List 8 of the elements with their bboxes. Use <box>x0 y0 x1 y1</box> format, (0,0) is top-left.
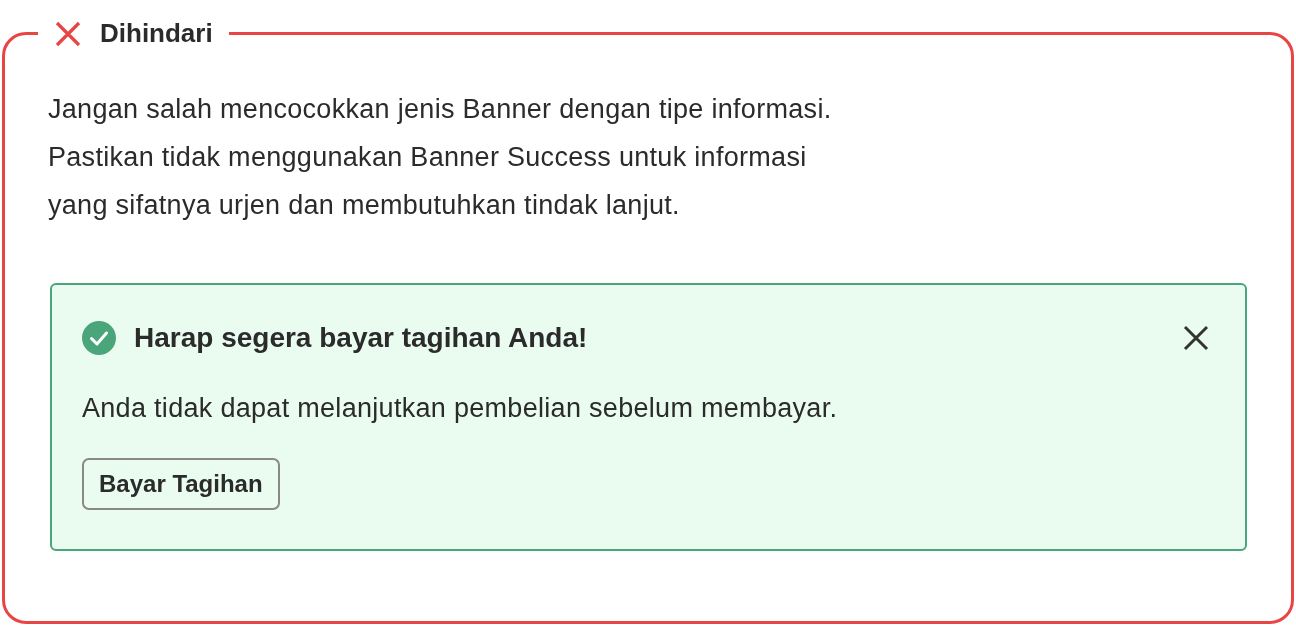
pay-bill-button[interactable]: Bayar Tagihan <box>82 458 280 510</box>
section-title: Dihindari <box>100 18 213 49</box>
banner-title: Harap segera bayar tagihan Anda! <box>134 322 589 354</box>
description-text: Jangan salah mencocokkan jenis Banner dengan tipe informasi. Pastikan tidak menggunakan Banner Success untuk informasi yang sifatnya urjen dan membutuhkan tindak lanjut. <box>48 93 833 222</box>
cross-icon <box>54 19 82 48</box>
close-button[interactable] <box>1183 325 1209 351</box>
check-circle-icon <box>82 321 116 355</box>
banner-message: Anda tidak dapat melanjutkan pembelian sebelum membayar. <box>82 393 839 424</box>
